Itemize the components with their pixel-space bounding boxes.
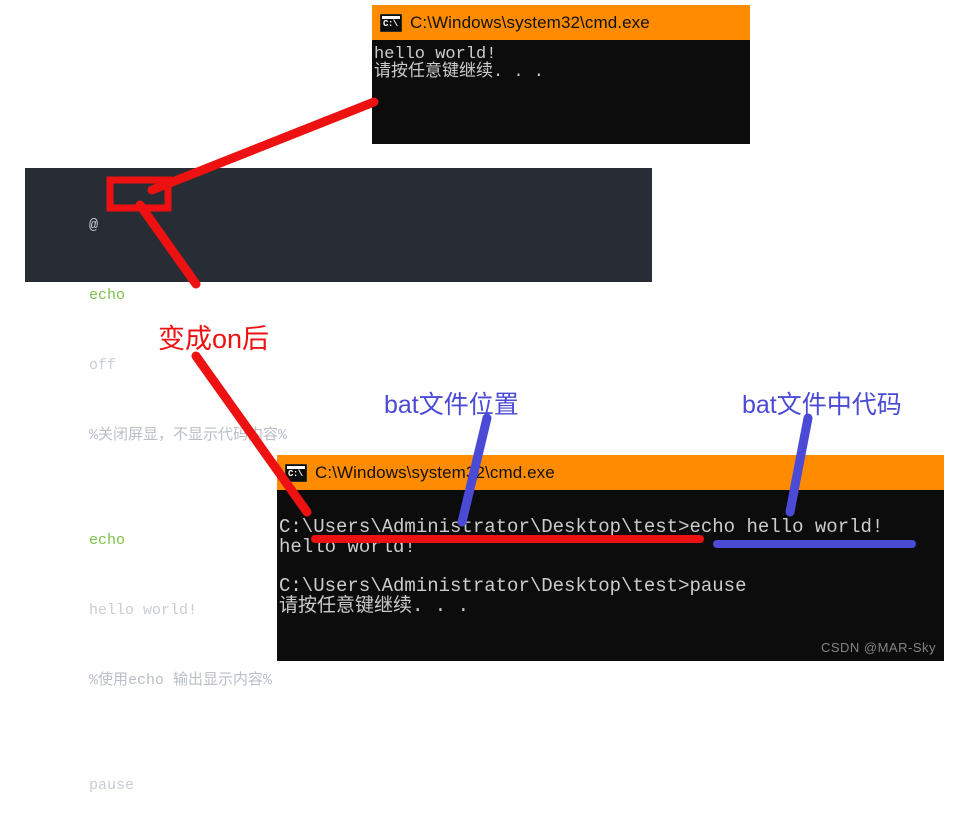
console-icon: C:\ (285, 463, 307, 482)
top-cmd-body[interactable]: hello world! 请按任意键继续. . . (372, 40, 750, 144)
code-token-at: @ (89, 217, 99, 234)
code-token-echo-2: echo (89, 532, 126, 549)
bottom-cmd-line-1: C:\Users\Administrator\Desktop\test>echo… (279, 516, 884, 538)
code-comment-2: %使用echo 输出显示内容% (89, 672, 273, 689)
code-token-hello-world: hello world! (89, 602, 198, 619)
bottom-cmd-title: C:\Windows\system32\cmd.exe (315, 462, 555, 482)
bottom-cmd-line-2: hello world! (279, 535, 416, 558)
bottom-cmd-titlebar[interactable]: C:\ C:\Windows\system32\cmd.exe (277, 455, 944, 490)
annotation-bat-location: bat文件位置 (384, 391, 519, 419)
console-icon: C:\ (380, 13, 402, 32)
top-cmd-title: C:\Windows\system32\cmd.exe (410, 12, 650, 32)
top-cmd-line-2: 请按任意键继续. . . (374, 62, 545, 82)
code-token-pause: pause (89, 777, 135, 794)
top-cmd-titlebar[interactable]: C:\ C:\Windows\system32\cmd.exe (372, 5, 750, 40)
code-line-1: @ echo off %关闭屏显，不显示代码内容% (25, 173, 652, 488)
code-line-3: pause (25, 733, 652, 838)
code-token-echo: echo (89, 287, 126, 304)
top-cmd-line-1: hello world! (374, 45, 497, 64)
top-cmd-window[interactable]: C:\ C:\Windows\system32\cmd.exe hello wo… (372, 5, 750, 144)
annotation-become-on: 变成on后 (158, 324, 270, 354)
screenshot-canvas: C:\ C:\Windows\system32\cmd.exe hello wo… (0, 0, 979, 794)
bottom-cmd-window[interactable]: C:\ C:\Windows\system32\cmd.exe C:\Users… (277, 455, 944, 661)
annotation-bat-code: bat文件中代码 (742, 391, 902, 419)
code-comment-1: %关闭屏显，不显示代码内容% (89, 427, 288, 444)
watermark: CSDN @MAR-Sky (820, 640, 936, 655)
bottom-cmd-line-5: 请按任意键继续. . . (279, 595, 470, 617)
bat-code-block: @ echo off %关闭屏显，不显示代码内容% echo hello wor… (25, 168, 652, 794)
bottom-cmd-body[interactable]: C:\Users\Administrator\Desktop\test>echo… (277, 490, 944, 661)
code-token-off: off (89, 357, 117, 374)
